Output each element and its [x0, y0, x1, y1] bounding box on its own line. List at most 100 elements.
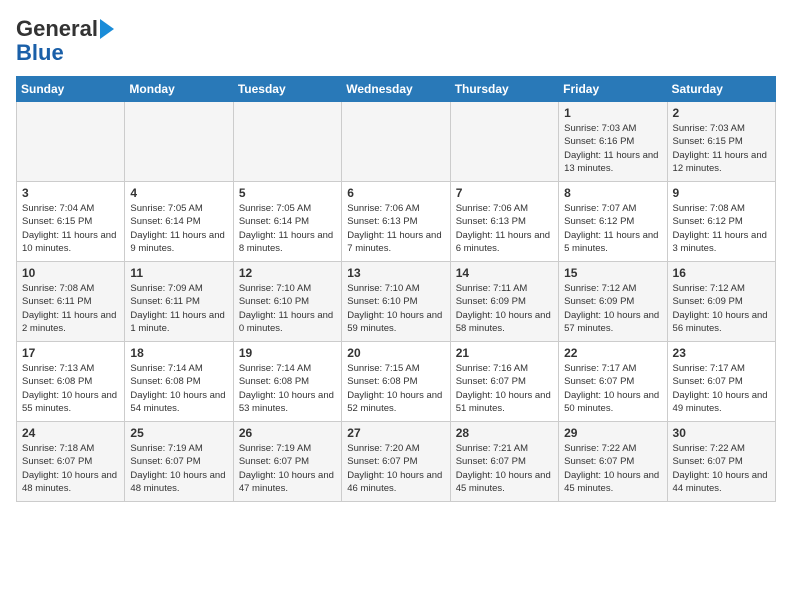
calendar-cell: 22Sunrise: 7:17 AM Sunset: 6:07 PM Dayli… [559, 342, 667, 422]
day-number: 11 [130, 266, 227, 280]
day-number: 23 [673, 346, 770, 360]
day-number: 7 [456, 186, 553, 200]
day-info: Sunrise: 7:03 AM Sunset: 6:16 PM Dayligh… [564, 122, 661, 175]
calendar-cell [17, 102, 125, 182]
calendar-cell: 5 Sunrise: 7:05 AM Sunset: 6:14 PM Daylig… [233, 182, 341, 262]
calendar-cell: 20 Sunrise: 7:15 AM Sunset: 6:08 PM Dayli… [342, 342, 450, 422]
day-number: 2 [673, 106, 770, 120]
calendar-cell: 16 Sunrise: 7:12 AM Sunset: 6:09 PM Dayli… [667, 262, 775, 342]
calendar-cell: 26 Sunrise: 7:19 AM Sunset: 6:07 PM Dayli… [233, 422, 341, 502]
calendar-cell: 4Sunrise: 7:05 AM Sunset: 6:14 PM Daylig… [125, 182, 233, 262]
day-info: Sunrise: 7:22 AM Sunset: 6:07 PM Dayligh… [564, 442, 661, 495]
day-info: Sunrise: 7:09 AM Sunset: 6:11 PM Dayligh… [130, 282, 227, 335]
day-info: Sunrise: 7:12 AM Sunset: 6:09 PM Dayligh… [564, 282, 661, 335]
day-number: 9 [673, 186, 770, 200]
day-number: 18 [130, 346, 227, 360]
calendar-cell: 2 Sunrise: 7:03 AM Sunset: 6:15 PM Daylig… [667, 102, 775, 182]
calendar-cell: 1 Sunrise: 7:03 AM Sunset: 6:16 PM Daylig… [559, 102, 667, 182]
calendar-cell: 18 Sunrise: 7:14 AM Sunset: 6:08 PM Dayli… [125, 342, 233, 422]
day-number: 15 [564, 266, 661, 280]
week-row-2: 3 Sunrise: 7:04 AM Sunset: 6:15 PM Daylig… [17, 182, 776, 262]
day-number: 12 [239, 266, 336, 280]
day-info: Sunrise: 7:16 AM Sunset: 6:07 PM Dayligh… [456, 362, 553, 415]
day-number: 25 [130, 426, 227, 440]
logo-arrow-icon [100, 19, 114, 39]
day-info: Sunrise: 7:17 AM Sunset: 6:07 PM Dayligh… [564, 362, 661, 415]
day-info: Sunrise: 7:10 AM Sunset: 6:10 PM Dayligh… [239, 282, 336, 335]
day-number: 1 [564, 106, 661, 120]
calendar-header: SundayMondayTuesdayWednesdayThursdayFrid… [17, 77, 776, 102]
calendar-cell: 3 Sunrise: 7:04 AM Sunset: 6:15 PM Daylig… [17, 182, 125, 262]
day-number: 29 [564, 426, 661, 440]
header-day-wednesday: Wednesday [342, 77, 450, 102]
calendar-cell: 23 Sunrise: 7:17 AM Sunset: 6:07 PM Dayli… [667, 342, 775, 422]
calendar-cell: 8 Sunrise: 7:07 AM Sunset: 6:12 PM Daylig… [559, 182, 667, 262]
calendar-cell [342, 102, 450, 182]
day-info: Sunrise: 7:08 AM Sunset: 6:12 PM Dayligh… [673, 202, 770, 255]
calendar-cell: 27Sunrise: 7:20 AM Sunset: 6:07 PM Dayli… [342, 422, 450, 502]
day-info: Sunrise: 7:06 AM Sunset: 6:13 PM Dayligh… [347, 202, 444, 255]
day-info: Sunrise: 7:06 AM Sunset: 6:13 PM Dayligh… [456, 202, 553, 255]
page-header: General Blue [16, 16, 776, 64]
day-info: Sunrise: 7:18 AM Sunset: 6:07 PM Dayligh… [22, 442, 119, 495]
day-info: Sunrise: 7:07 AM Sunset: 6:12 PM Dayligh… [564, 202, 661, 255]
day-number: 5 [239, 186, 336, 200]
day-info: Sunrise: 7:20 AM Sunset: 6:07 PM Dayligh… [347, 442, 444, 495]
week-row-1: 1 Sunrise: 7:03 AM Sunset: 6:16 PM Daylig… [17, 102, 776, 182]
calendar-cell: 9 Sunrise: 7:08 AM Sunset: 6:12 PM Daylig… [667, 182, 775, 262]
day-info: Sunrise: 7:19 AM Sunset: 6:07 PM Dayligh… [239, 442, 336, 495]
calendar-cell [125, 102, 233, 182]
calendar-cell: 28 Sunrise: 7:21 AM Sunset: 6:07 PM Dayli… [450, 422, 558, 502]
header-day-monday: Monday [125, 77, 233, 102]
day-info: Sunrise: 7:11 AM Sunset: 6:09 PM Dayligh… [456, 282, 553, 335]
day-number: 4 [130, 186, 227, 200]
day-number: 24 [22, 426, 119, 440]
header-row: SundayMondayTuesdayWednesdayThursdayFrid… [17, 77, 776, 102]
calendar-cell [233, 102, 341, 182]
calendar-cell: 21 Sunrise: 7:16 AM Sunset: 6:07 PM Dayli… [450, 342, 558, 422]
week-row-5: 24 Sunrise: 7:18 AM Sunset: 6:07 PM Dayli… [17, 422, 776, 502]
calendar-cell: 10 Sunrise: 7:08 AM Sunset: 6:11 PM Dayli… [17, 262, 125, 342]
day-number: 3 [22, 186, 119, 200]
calendar-body: 1 Sunrise: 7:03 AM Sunset: 6:16 PM Daylig… [17, 102, 776, 502]
logo-general: General [16, 16, 98, 42]
day-info: Sunrise: 7:21 AM Sunset: 6:07 PM Dayligh… [456, 442, 553, 495]
week-row-3: 10 Sunrise: 7:08 AM Sunset: 6:11 PM Dayli… [17, 262, 776, 342]
day-number: 26 [239, 426, 336, 440]
logo: General Blue [16, 16, 114, 64]
calendar-cell: 17 Sunrise: 7:13 AM Sunset: 6:08 PM Dayli… [17, 342, 125, 422]
calendar-cell: 29 Sunrise: 7:22 AM Sunset: 6:07 PM Dayli… [559, 422, 667, 502]
day-info: Sunrise: 7:15 AM Sunset: 6:08 PM Dayligh… [347, 362, 444, 415]
day-number: 20 [347, 346, 444, 360]
day-info: Sunrise: 7:05 AM Sunset: 6:14 PM Dayligh… [239, 202, 336, 255]
day-number: 21 [456, 346, 553, 360]
day-info: Sunrise: 7:14 AM Sunset: 6:08 PM Dayligh… [130, 362, 227, 415]
header-day-friday: Friday [559, 77, 667, 102]
day-number: 28 [456, 426, 553, 440]
calendar-cell: 6 Sunrise: 7:06 AM Sunset: 6:13 PM Daylig… [342, 182, 450, 262]
day-info: Sunrise: 7:03 AM Sunset: 6:15 PM Dayligh… [673, 122, 770, 175]
day-number: 6 [347, 186, 444, 200]
day-number: 16 [673, 266, 770, 280]
day-info: Sunrise: 7:13 AM Sunset: 6:08 PM Dayligh… [22, 362, 119, 415]
calendar-cell: 12 Sunrise: 7:10 AM Sunset: 6:10 PM Dayli… [233, 262, 341, 342]
day-info: Sunrise: 7:10 AM Sunset: 6:10 PM Dayligh… [347, 282, 444, 335]
day-info: Sunrise: 7:12 AM Sunset: 6:09 PM Dayligh… [673, 282, 770, 335]
logo-blue: Blue [16, 42, 64, 64]
calendar-table: SundayMondayTuesdayWednesdayThursdayFrid… [16, 76, 776, 502]
day-info: Sunrise: 7:17 AM Sunset: 6:07 PM Dayligh… [673, 362, 770, 415]
calendar-cell: 11 Sunrise: 7:09 AM Sunset: 6:11 PM Dayli… [125, 262, 233, 342]
day-number: 17 [22, 346, 119, 360]
day-number: 19 [239, 346, 336, 360]
calendar-cell: 24 Sunrise: 7:18 AM Sunset: 6:07 PM Dayli… [17, 422, 125, 502]
calendar-cell: 25Sunrise: 7:19 AM Sunset: 6:07 PM Dayli… [125, 422, 233, 502]
day-info: Sunrise: 7:08 AM Sunset: 6:11 PM Dayligh… [22, 282, 119, 335]
day-info: Sunrise: 7:04 AM Sunset: 6:15 PM Dayligh… [22, 202, 119, 255]
day-number: 8 [564, 186, 661, 200]
day-number: 10 [22, 266, 119, 280]
header-day-saturday: Saturday [667, 77, 775, 102]
calendar-cell: 15 Sunrise: 7:12 AM Sunset: 6:09 PM Dayli… [559, 262, 667, 342]
calendar-cell: 13Sunrise: 7:10 AM Sunset: 6:10 PM Dayli… [342, 262, 450, 342]
day-number: 30 [673, 426, 770, 440]
week-row-4: 17 Sunrise: 7:13 AM Sunset: 6:08 PM Dayli… [17, 342, 776, 422]
